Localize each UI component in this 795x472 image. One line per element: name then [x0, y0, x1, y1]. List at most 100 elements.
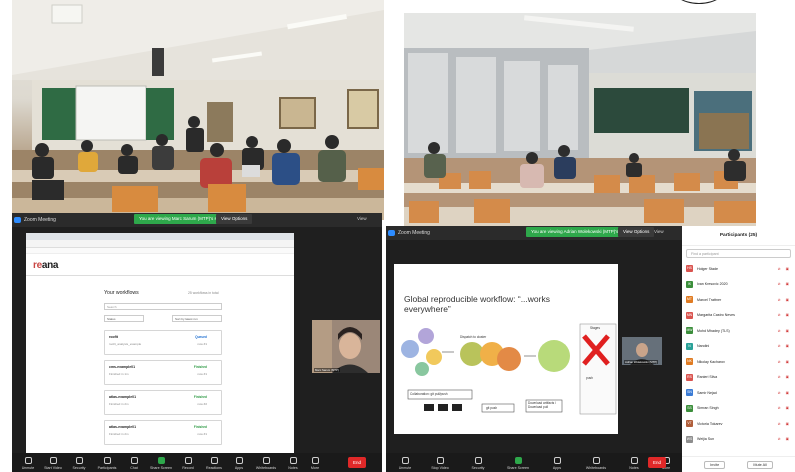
workflow-search-input[interactable]: Search: [104, 303, 222, 310]
notes-button[interactable]: Notes: [282, 457, 304, 472]
stop-video-button[interactable]: Stop Video: [420, 457, 460, 472]
chat-button[interactable]: Chat: [122, 457, 146, 472]
apps-grid-icon: [235, 457, 243, 464]
classroom-photo-left-drawing: [12, 0, 384, 220]
participants-label: Participants: [97, 466, 117, 470]
participant-row[interactable]: VT Victoria Tokarev ⊘ ▣: [682, 416, 795, 432]
notes-button[interactable]: Notes: [618, 457, 650, 472]
participant-row[interactable]: WS Weijia Sun ⊘ ▣: [682, 432, 795, 448]
workflow-card[interactable]: atlas-example01 Finished in 2m Finished …: [104, 390, 222, 415]
end-meeting-button[interactable]: End: [348, 457, 366, 468]
participant-name-label: Adrian Wolekowski (MTP): [624, 360, 659, 364]
unmute-label: Unmute: [398, 466, 412, 470]
find-participant-input[interactable]: Find a participant: [686, 249, 791, 258]
shield-icon: [474, 457, 482, 464]
unmute-button[interactable]: Unmute: [390, 457, 420, 472]
muted-mic-icon[interactable]: ⊘ ▣: [778, 313, 791, 317]
muted-mic-icon[interactable]: ⊘ ▣: [778, 391, 791, 395]
participant-name: Ranieri Silva: [697, 375, 718, 380]
security-label: Security: [471, 466, 485, 470]
workflow-diagram: [401, 323, 617, 415]
muted-mic-icon[interactable]: ⊘ ▣: [778, 437, 791, 441]
download-label: Download artifacts / Download pull: [528, 401, 556, 409]
participant-name: Weijia Sun: [697, 437, 715, 442]
participant-row[interactable]: SN Samir Nejad ⊘ ▣: [682, 385, 795, 401]
apps-button[interactable]: Apps: [540, 457, 574, 472]
apps-label: Apps: [234, 466, 244, 470]
avatar: MN: [686, 311, 693, 319]
participant-video-thumbnail[interactable]: Marc Sarum (MTP): [312, 320, 380, 373]
participant-row[interactable]: MW Mohd Mhadey (TLS) ⊘ ▣: [682, 323, 795, 339]
shared-browser: reana Your workflows 25 workflows in tot…: [26, 233, 294, 458]
muted-mic-icon[interactable]: ⊘ ▣: [778, 375, 791, 379]
participant-row[interactable]: RS Ranieri Silva ⊘ ▣: [682, 370, 795, 386]
participant-name-label: Marc Sarum (MTP): [314, 368, 340, 372]
push-label: push: [586, 376, 593, 380]
start-video-button[interactable]: Start Video: [40, 457, 66, 472]
unmute-button[interactable]: Unmute: [16, 457, 40, 472]
avatar: HS: [686, 265, 693, 273]
notes-label: Notes: [629, 466, 639, 470]
apps-button[interactable]: Apps: [228, 457, 250, 472]
participant-row[interactable]: HS Holger Stade ⊘ ▣: [682, 261, 795, 277]
muted-mic-icon[interactable]: ⊘ ▣: [778, 344, 791, 348]
end-meeting-button[interactable]: End: [648, 457, 666, 468]
muted-mic-icon[interactable]: ⊘ ▣: [778, 329, 791, 333]
browser-bookmarks-bar[interactable]: [26, 248, 294, 254]
workflow-card[interactable]: cms-example01 Finished in 1m Finished no…: [104, 360, 222, 385]
record-button[interactable]: Record: [176, 457, 200, 472]
muted-mic-icon[interactable]: ⊘ ▣: [778, 360, 791, 364]
git-push-label: git push: [486, 406, 498, 410]
participant-row[interactable]: MT Marcel Trattner ⊘ ▣: [682, 292, 795, 308]
muted-mic-icon[interactable]: ⊘ ▣: [778, 298, 791, 302]
participants-button[interactable]: Participants: [92, 457, 122, 472]
workflow-subtitle: Finished in 1m: [109, 372, 129, 376]
zoom-title: Zoom Meeting: [398, 230, 430, 236]
participant-row[interactable]: SS Simran Singh ⊘ ▣: [682, 401, 795, 417]
zoom-toolbar: Unmute Start Video Security Participants…: [12, 453, 382, 472]
view-button[interactable]: View: [654, 227, 664, 237]
participant-name: Margarita Castro Neves: [697, 313, 735, 318]
reana-logo[interactable]: reana: [33, 260, 59, 271]
workflow-card[interactable]: atlas-example01 Finished in 2m Finished …: [104, 420, 222, 445]
share-screen-button[interactable]: Share Screen: [146, 457, 176, 472]
classroom-photo-left: [12, 0, 384, 220]
security-button[interactable]: Security: [460, 457, 496, 472]
muted-mic-icon[interactable]: ⊘ ▣: [778, 422, 791, 426]
more-button[interactable]: More: [304, 457, 326, 472]
view-options-button[interactable]: View Options: [216, 214, 253, 224]
whiteboard-icon: [592, 457, 600, 464]
share-screen-button[interactable]: Share Screen: [496, 457, 540, 472]
workflow-card[interactable]: roofit roofit_analysis_example Queued no…: [104, 330, 222, 355]
sort-select[interactable]: Sort by latest run: [172, 315, 222, 322]
participant-row[interactable]: N Nandini ⊘ ▣: [682, 339, 795, 355]
muted-mic-icon[interactable]: ⊘ ▣: [778, 282, 791, 286]
view-options-button[interactable]: View Options: [618, 227, 655, 237]
participants-panel: Participants (25) Find a participant HS H…: [682, 226, 795, 472]
participant-video-thumbnail[interactable]: Adrian Wolekowski (MTP): [622, 337, 662, 365]
invite-button[interactable]: Invite: [704, 460, 726, 469]
share-screen-label: Share Screen: [150, 466, 172, 470]
workflow-name: cms-example01: [109, 365, 136, 369]
participant-row[interactable]: IK Ivan Kresovic 2020 ⊘ ▣: [682, 277, 795, 293]
microphone-icon: [24, 457, 32, 464]
avatar: NK: [686, 358, 693, 366]
status-filter[interactable]: Status: [104, 315, 144, 322]
view-button[interactable]: View: [357, 214, 367, 224]
avatar: VT: [686, 420, 693, 428]
reactions-button[interactable]: Reactions: [200, 457, 228, 472]
workflow-status: Finished: [193, 395, 207, 399]
browser-tab-strip[interactable]: [26, 233, 294, 240]
muted-mic-icon[interactable]: ⊘ ▣: [778, 267, 791, 271]
participant-row[interactable]: NK Nikolay Kacharov ⊘ ▣: [682, 354, 795, 370]
record-label: Record: [182, 466, 194, 470]
whiteboards-button[interactable]: Whiteboards: [250, 457, 282, 472]
security-button[interactable]: Security: [66, 457, 92, 472]
muted-mic-icon[interactable]: ⊘ ▣: [778, 406, 791, 410]
participant-row[interactable]: MN Margarita Castro Neves ⊘ ▣: [682, 308, 795, 324]
whiteboards-button[interactable]: Whiteboards: [574, 457, 618, 472]
workflow-time: now #1: [197, 372, 207, 376]
browser-address-bar[interactable]: [26, 240, 294, 248]
mute-all-button[interactable]: Mute All: [747, 460, 773, 469]
shield-icon: [75, 457, 83, 464]
